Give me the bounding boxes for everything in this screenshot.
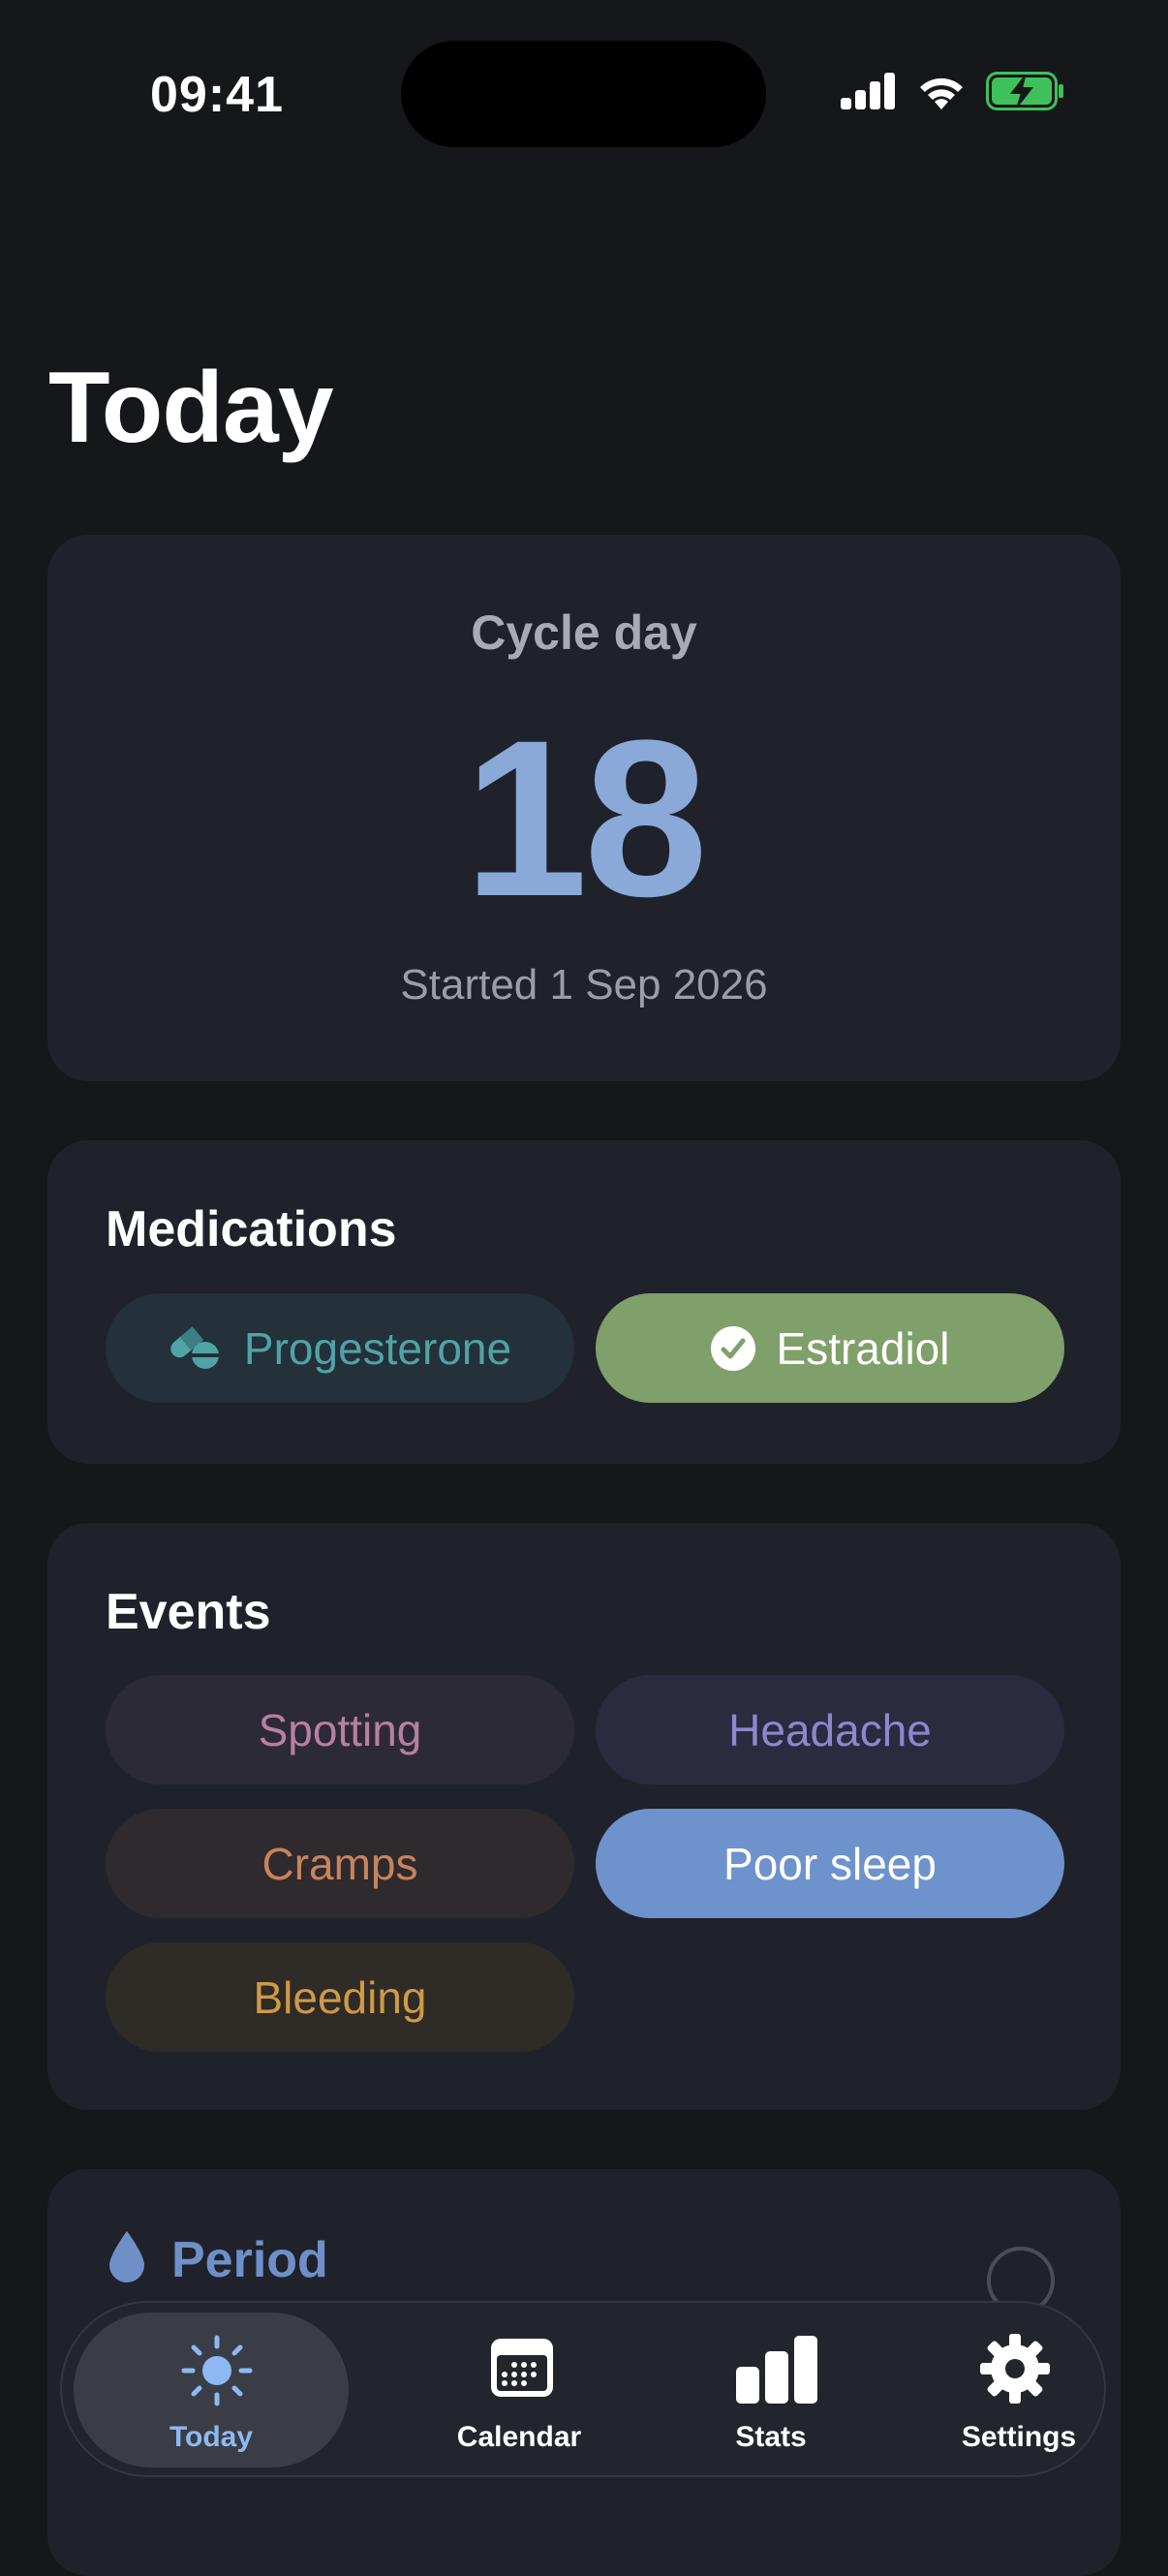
tab-calendar[interactable]: Calendar [382, 2312, 657, 2467]
medications-title: Medications [106, 1201, 397, 1257]
cycle-day-card: Cycle day 18 Started 1 Sep 2026 [47, 535, 1121, 1081]
medication-progesterone-button[interactable]: Progesterone [106, 1293, 574, 1403]
tab-settings[interactable]: Settings [881, 2312, 1156, 2467]
events-title: Events [106, 1584, 271, 1640]
medications-card: Medications Progesterone Estradiol [47, 1140, 1121, 1464]
events-card: Events Spotting Headache Cramps Poor sle… [47, 1523, 1121, 2110]
cycle-day-number: 18 [464, 694, 708, 943]
pill-icon [170, 1325, 220, 1369]
medication-label: Progesterone [243, 1322, 512, 1374]
status-time: 09:41 [150, 67, 284, 123]
period-title: Period [171, 2232, 328, 2288]
event-label: Spotting [258, 1704, 422, 1755]
status-icons [841, 72, 1065, 110]
tab-stats[interactable]: Stats [633, 2312, 908, 2467]
battery-charging-icon [986, 72, 1063, 110]
event-label: Headache [728, 1704, 932, 1755]
sun-icon [181, 2335, 253, 2406]
page-title: Today [48, 352, 334, 464]
cycle-day-label: Cycle day [471, 605, 697, 660]
cellular-signal-icon [841, 73, 895, 109]
dynamic-island [401, 41, 766, 147]
event-cramps-chip[interactable]: Cramps [106, 1809, 574, 1918]
event-bleeding-chip[interactable]: Bleeding [106, 1942, 574, 2052]
calendar-icon [491, 2339, 553, 2397]
medication-estradiol-button[interactable]: Estradiol [596, 1293, 1064, 1403]
event-poor-sleep-chip[interactable]: Poor sleep [596, 1809, 1064, 1918]
tab-label: Settings [961, 2421, 1077, 2453]
tab-label: Stats [735, 2421, 807, 2453]
wifi-icon [920, 78, 963, 109]
gear-icon [980, 2334, 1050, 2404]
event-label: Cramps [261, 1838, 418, 1889]
cycle-start-date: Started 1 Sep 2026 [400, 961, 768, 1009]
tab-label: Today [169, 2421, 254, 2453]
check-circle-icon [710, 1325, 755, 1371]
event-label: Poor sleep [723, 1838, 937, 1889]
event-spotting-chip[interactable]: Spotting [106, 1675, 574, 1785]
tab-today[interactable]: Today [74, 2312, 349, 2467]
drop-icon [109, 2231, 144, 2282]
event-headache-chip[interactable]: Headache [596, 1675, 1064, 1785]
medication-label: Estradiol [776, 1322, 950, 1374]
tab-bar: Today Calendar Stats Settings [60, 2301, 1106, 2477]
bar-chart-icon [736, 2336, 817, 2404]
event-label: Bleeding [253, 1971, 427, 2023]
tab-label: Calendar [456, 2421, 582, 2453]
